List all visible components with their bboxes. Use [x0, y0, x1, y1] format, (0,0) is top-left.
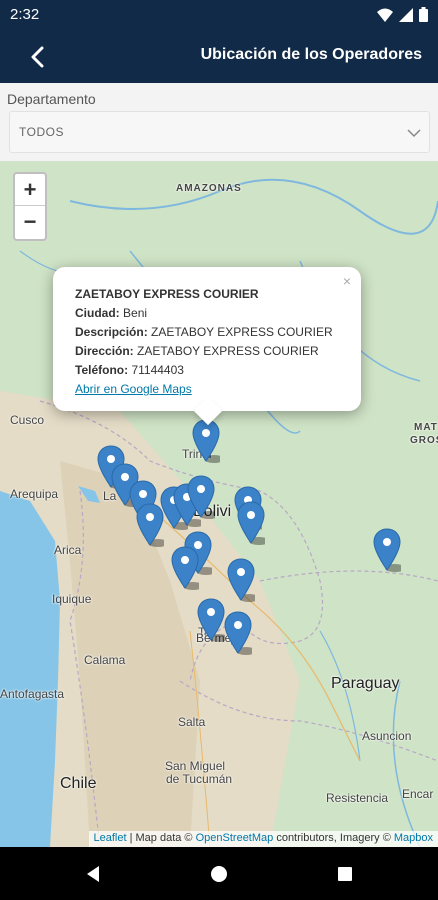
- operator-marker[interactable]: [171, 546, 199, 590]
- nav-recents-icon[interactable]: [334, 863, 356, 885]
- filter-area: Departamento TODOS: [0, 83, 438, 161]
- popup-field-telefono: Teléfono: 71144403: [75, 361, 333, 380]
- mapbox-link[interactable]: Mapbox: [394, 832, 433, 844]
- operator-popup: × ZAETABOY EXPRESS COURIER Ciudad: Beni …: [53, 267, 361, 426]
- popup-title: ZAETABOY EXPRESS COURIER: [75, 287, 259, 301]
- popup-key: Dirección:: [75, 344, 134, 358]
- map-label-salta: Salta: [178, 715, 206, 729]
- popup-value: Beni: [123, 306, 148, 320]
- operator-marker[interactable]: [187, 475, 215, 519]
- signal-icon: [399, 7, 413, 22]
- zoom-out-button[interactable]: −: [15, 206, 45, 238]
- popup-key: Teléfono:: [75, 363, 129, 377]
- nav-back-icon[interactable]: [82, 863, 104, 885]
- operator-marker[interactable]: [373, 528, 401, 572]
- popup-value: ZAETABOY EXPRESS COURIER: [151, 325, 333, 339]
- popup-key: Descripción:: [75, 325, 148, 339]
- attribution-text-2: contributors, Imagery ©: [273, 832, 394, 844]
- status-bar: 2:32: [0, 0, 438, 30]
- map-label-amazonas: AMAZONAS: [176, 183, 242, 194]
- back-button[interactable]: [22, 42, 52, 72]
- popup-value: 71144403: [131, 363, 184, 377]
- map-label-chile: Chile: [60, 775, 97, 792]
- google-maps-link[interactable]: Abrir en Google Maps: [75, 380, 333, 399]
- map-label-asuncion: Asuncion: [362, 729, 412, 743]
- department-label: Departamento: [7, 91, 96, 107]
- department-select-value: TODOS: [19, 125, 64, 139]
- leaflet-link[interactable]: Leaflet: [94, 832, 127, 844]
- popup-key: Ciudad:: [75, 306, 120, 320]
- map-label-arica: Arica: [54, 543, 82, 557]
- wifi-icon: [377, 8, 393, 22]
- popup-field-direccion: Dirección: ZAETABOY EXPRESS COURIER: [75, 342, 333, 361]
- operator-marker[interactable]: [192, 419, 220, 463]
- map-label-encarnacion: Encar: [402, 787, 434, 801]
- department-select[interactable]: TODOS: [9, 111, 430, 153]
- system-nav-bar: [0, 847, 438, 900]
- attribution-text: | Map data ©: [126, 832, 196, 844]
- map-label-resistencia: Resistencia: [326, 791, 389, 805]
- popup-field-ciudad: Ciudad: Beni: [75, 304, 333, 323]
- zoom-in-button[interactable]: +: [15, 174, 45, 206]
- osm-link[interactable]: OpenStreetMap: [196, 832, 274, 844]
- popup-value: ZAETABOY EXPRESS COURIER: [137, 344, 319, 358]
- map-label-tucuman: de Tucumán: [166, 772, 233, 786]
- map-label-calama: Calama: [84, 653, 126, 667]
- back-arrow-icon: [31, 46, 44, 68]
- zoom-control: + −: [13, 172, 47, 241]
- map-label-paraguay: Paraguay: [331, 675, 400, 692]
- popup-field-descripcion: Descripción: ZAETABOY EXPRESS COURIER: [75, 323, 333, 342]
- chevron-down-icon: [407, 129, 421, 138]
- map-label-cusco: Cusco: [10, 413, 45, 427]
- map-attribution: Leaflet | Map data © OpenStreetMap contr…: [88, 831, 438, 847]
- map-view[interactable]: + − AMAZONAS MAT GROS Cusco Arequipa Ari…: [0, 161, 438, 847]
- status-time: 2:32: [10, 6, 40, 23]
- map-label-antofagasta: Antofagasta: [0, 687, 65, 701]
- operator-marker[interactable]: [136, 503, 164, 547]
- nav-home-icon[interactable]: [208, 863, 230, 885]
- map-label-mato-grosso-2: GROS: [410, 435, 438, 446]
- popup-close-button[interactable]: ×: [343, 273, 351, 289]
- operator-marker[interactable]: [197, 598, 225, 642]
- map-label-iquique: Iquique: [52, 592, 92, 606]
- map-label-san-miguel: San Miguel: [165, 759, 226, 773]
- popup-body: ZAETABOY EXPRESS COURIER Ciudad: Beni De…: [75, 285, 333, 399]
- operator-marker[interactable]: [237, 501, 265, 545]
- map-label-arequipa: Arequipa: [10, 487, 59, 501]
- operator-marker[interactable]: [224, 611, 252, 655]
- map-label-mato-grosso: MAT: [414, 422, 438, 433]
- operator-marker[interactable]: [227, 558, 255, 602]
- app-bar: Ubicación de los Operadores: [0, 30, 438, 83]
- status-icons: [377, 7, 428, 22]
- page-title: Ubicación de los Operadores: [200, 46, 422, 63]
- battery-icon: [419, 7, 428, 22]
